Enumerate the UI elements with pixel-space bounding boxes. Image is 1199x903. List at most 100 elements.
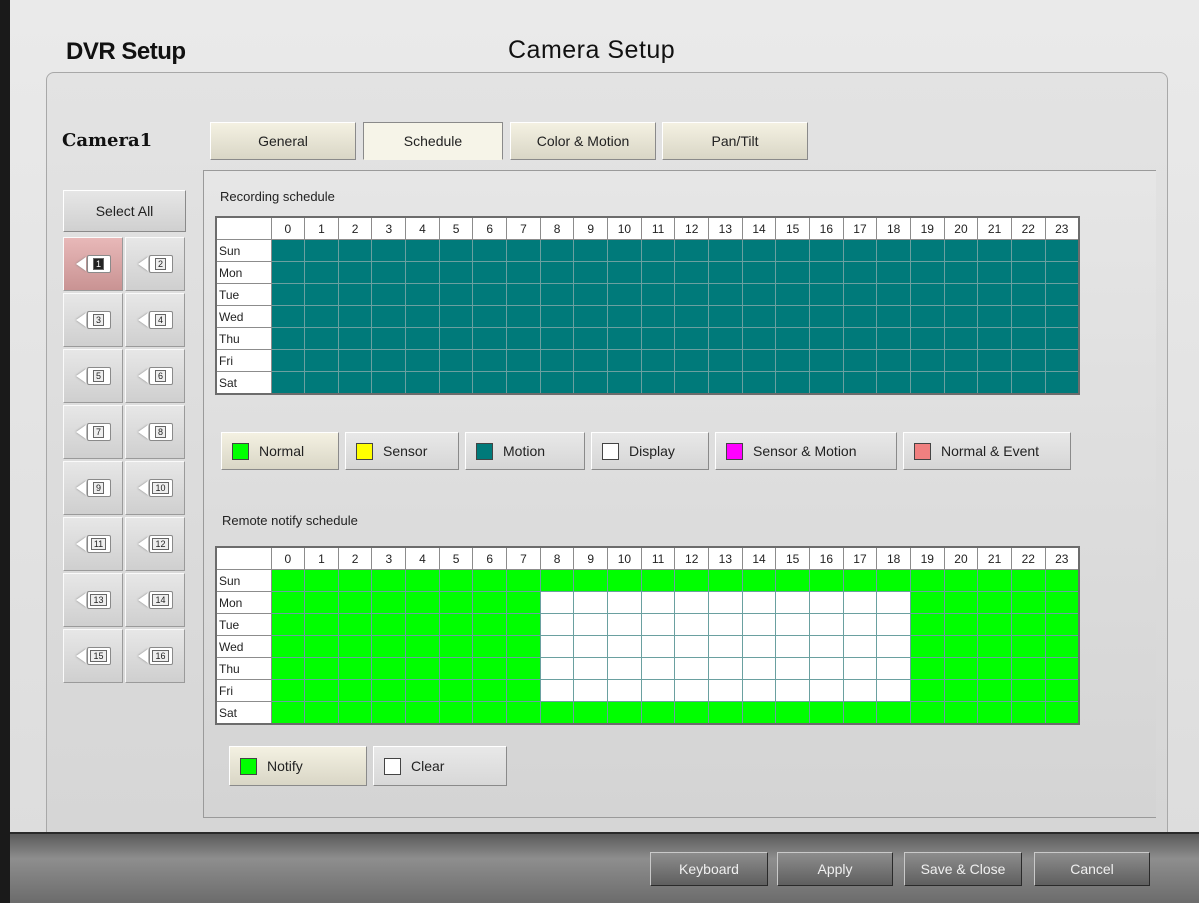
recording-cell[interactable] — [371, 349, 407, 372]
recording-cell[interactable] — [1010, 261, 1046, 284]
recording-cell[interactable] — [842, 239, 878, 262]
recording-cell[interactable] — [674, 349, 710, 372]
recording-cell[interactable] — [1044, 371, 1080, 395]
recording-hour-header[interactable]: 1 — [304, 216, 339, 240]
recording-cell[interactable] — [1044, 327, 1080, 350]
notify-cell[interactable] — [371, 701, 407, 725]
notify-cell[interactable] — [842, 701, 878, 725]
recording-cell[interactable] — [304, 327, 339, 350]
notify-cell[interactable] — [607, 635, 642, 658]
notify-cell[interactable] — [270, 613, 306, 636]
notify-hour-header[interactable]: 6 — [472, 546, 508, 570]
notify-cell[interactable] — [506, 613, 541, 636]
notify-hour-header[interactable]: 19 — [909, 546, 945, 570]
recording-cell[interactable] — [1044, 261, 1080, 284]
notify-cell[interactable] — [607, 613, 642, 636]
recording-cell[interactable] — [876, 283, 911, 306]
notify-cell[interactable] — [741, 701, 777, 725]
notify-hour-header[interactable]: 14 — [741, 546, 777, 570]
notify-cell[interactable] — [438, 591, 474, 614]
recording-hour-header[interactable]: 17 — [842, 216, 878, 240]
save-close-button[interactable]: Save & Close — [904, 852, 1022, 886]
recording-schedule-grid[interactable]: 0 1 2 3 4 5 6 7 8 9 10 11 12 13 14 15 16 17 18 19 20 21 22 23 Su… — [215, 216, 1080, 395]
recording-cell[interactable] — [607, 327, 642, 350]
recording-cell[interactable] — [607, 349, 642, 372]
notify-cell[interactable] — [607, 569, 642, 592]
notify-cell[interactable] — [607, 679, 642, 702]
camera-button-11[interactable]: 11 — [63, 517, 123, 571]
recording-cell[interactable] — [909, 327, 945, 350]
recording-hour-header[interactable]: 8 — [539, 216, 575, 240]
camera-button-12[interactable]: 12 — [125, 517, 185, 571]
notify-cell[interactable] — [573, 701, 609, 725]
recording-cell[interactable] — [1010, 239, 1046, 262]
notify-hour-header[interactable]: 21 — [977, 546, 1012, 570]
notify-cell[interactable] — [708, 591, 743, 614]
notify-cell[interactable] — [405, 701, 440, 725]
notify-cell[interactable] — [607, 657, 642, 680]
legend-display-button[interactable]: Display — [591, 432, 709, 470]
notify-cell[interactable] — [674, 679, 710, 702]
notify-cell[interactable] — [977, 569, 1012, 592]
recording-cell[interactable] — [775, 305, 810, 328]
notify-hour-header[interactable]: 22 — [1010, 546, 1046, 570]
recording-cell[interactable] — [640, 349, 676, 372]
notify-cell[interactable] — [405, 657, 440, 680]
recording-cell[interactable] — [438, 371, 474, 395]
notify-cell[interactable] — [977, 657, 1012, 680]
notify-day-label[interactable]: Sat — [215, 701, 272, 725]
notify-cell[interactable] — [909, 657, 945, 680]
notify-hour-header[interactable]: 12 — [674, 546, 710, 570]
recording-hour-header[interactable]: 16 — [809, 216, 844, 240]
notify-cell[interactable] — [1010, 635, 1046, 658]
recording-cell[interactable] — [640, 239, 676, 262]
notify-cell[interactable] — [506, 591, 541, 614]
recording-hour-header[interactable]: 3 — [371, 216, 407, 240]
notify-cell[interactable] — [539, 591, 575, 614]
recording-cell[interactable] — [674, 371, 710, 395]
recording-cell[interactable] — [943, 305, 979, 328]
notify-cell[interactable] — [506, 657, 541, 680]
notify-cell[interactable] — [1010, 657, 1046, 680]
recording-cell[interactable] — [270, 349, 306, 372]
notify-day-label[interactable]: Mon — [215, 591, 272, 614]
notify-cell[interactable] — [640, 701, 676, 725]
clear-button[interactable]: Clear — [373, 746, 507, 786]
recording-cell[interactable] — [977, 283, 1012, 306]
notify-cell[interactable] — [842, 635, 878, 658]
recording-cell[interactable] — [270, 305, 306, 328]
notify-hour-header[interactable]: 13 — [708, 546, 743, 570]
recording-hour-header[interactable]: 19 — [909, 216, 945, 240]
recording-cell[interactable] — [371, 261, 407, 284]
notify-cell[interactable] — [1010, 679, 1046, 702]
recording-day-label[interactable]: Fri — [215, 349, 272, 372]
recording-hour-header[interactable]: 11 — [640, 216, 676, 240]
recording-hour-header[interactable]: 22 — [1010, 216, 1046, 240]
notify-cell[interactable] — [405, 679, 440, 702]
camera-button-15[interactable]: 15 — [63, 629, 123, 683]
recording-hour-header[interactable]: 9 — [573, 216, 609, 240]
recording-cell[interactable] — [1010, 349, 1046, 372]
notify-cell[interactable] — [573, 569, 609, 592]
camera-button-14[interactable]: 14 — [125, 573, 185, 627]
notify-hour-header[interactable]: 18 — [876, 546, 911, 570]
notify-cell[interactable] — [876, 679, 911, 702]
legend-normal-button[interactable]: Normal — [221, 432, 339, 470]
notify-cell[interactable] — [943, 613, 979, 636]
notify-hour-header[interactable]: 7 — [506, 546, 541, 570]
recording-cell[interactable] — [337, 371, 373, 395]
notify-cell[interactable] — [876, 591, 911, 614]
notify-cell[interactable] — [270, 569, 306, 592]
recording-cell[interactable] — [708, 349, 743, 372]
recording-hour-header[interactable]: 5 — [438, 216, 474, 240]
camera-button-3[interactable]: 3 — [63, 293, 123, 347]
recording-cell[interactable] — [775, 349, 810, 372]
notify-cell[interactable] — [943, 569, 979, 592]
notify-cell[interactable] — [809, 657, 844, 680]
notify-cell[interactable] — [438, 701, 474, 725]
legend-sensor-motion-button[interactable]: Sensor & Motion — [715, 432, 897, 470]
notify-cell[interactable] — [337, 591, 373, 614]
recording-day-label[interactable]: Tue — [215, 283, 272, 306]
notify-button[interactable]: Notify — [229, 746, 367, 786]
recording-hour-header[interactable]: 21 — [977, 216, 1012, 240]
